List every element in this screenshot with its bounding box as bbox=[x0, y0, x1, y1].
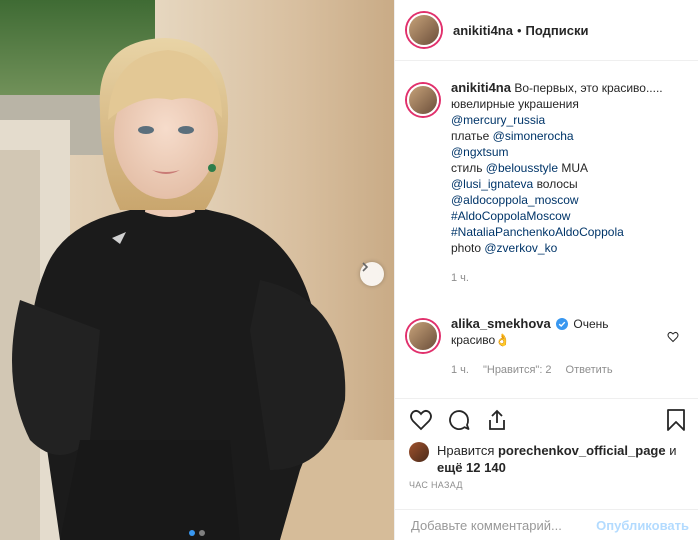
heart-icon bbox=[410, 409, 432, 430]
header-separator: • bbox=[516, 22, 522, 38]
hashtag-link[interactable]: #AldoCoppolaMoscow bbox=[451, 209, 570, 223]
commenter-username[interactable]: alika_smekhova bbox=[451, 316, 551, 331]
mention-link[interactable]: @zverkov_ko bbox=[484, 241, 557, 255]
mention-link[interactable]: @mercury_russia bbox=[451, 113, 545, 127]
reply-button[interactable]: Ответить bbox=[566, 362, 613, 378]
caption-text: photo bbox=[451, 241, 485, 255]
save-button[interactable] bbox=[665, 408, 687, 432]
author-username[interactable]: anikiti4na bbox=[453, 23, 513, 38]
caption-avatar[interactable] bbox=[407, 84, 439, 116]
mention-link[interactable]: @aldocoppola_moscow bbox=[451, 193, 579, 207]
caption-text: стиль bbox=[451, 161, 486, 175]
author-avatar[interactable] bbox=[407, 13, 441, 47]
liker-avatar[interactable] bbox=[409, 442, 429, 462]
publish-button[interactable]: Опубликовать bbox=[596, 518, 689, 533]
caption-author[interactable]: anikiti4na bbox=[451, 80, 511, 95]
like-button[interactable] bbox=[409, 408, 433, 432]
chevron-right-icon bbox=[362, 262, 369, 272]
comment-text: Очень bbox=[573, 317, 609, 331]
carousel-dots bbox=[0, 530, 394, 536]
comment-item: alika_smekhova Очень красиво👌 1 ч. "Нрав… bbox=[407, 316, 683, 378]
following-button[interactable]: Подписки bbox=[526, 23, 589, 38]
add-comment-bar: Опубликовать bbox=[395, 509, 698, 540]
comment-input[interactable] bbox=[411, 517, 597, 533]
likes-more[interactable]: ещё 12 140 bbox=[437, 460, 506, 475]
carousel-dot bbox=[199, 530, 205, 536]
comments-section: anikiti4na Во-первых, это красиво..... ю… bbox=[395, 62, 698, 394]
mention-link[interactable]: @lusi_ignateva bbox=[451, 177, 533, 191]
carousel-dot-active bbox=[189, 530, 195, 536]
bookmark-icon bbox=[667, 408, 685, 431]
comment-icon bbox=[449, 409, 470, 430]
likes-mid: и bbox=[665, 443, 677, 458]
verified-icon bbox=[556, 318, 569, 330]
caption-line: ювелирные украшения bbox=[451, 97, 579, 111]
mention-link[interactable]: @simonerocha bbox=[493, 129, 574, 143]
caption-time: 1 ч. bbox=[451, 272, 469, 284]
post-header: anikiti4na • Подписки bbox=[395, 0, 698, 61]
post-sidebar: anikiti4na • Подписки anikiti4na Во-перв… bbox=[394, 0, 698, 540]
like-comment-button[interactable] bbox=[667, 330, 679, 348]
comment-likes[interactable]: "Нравится": 2 bbox=[483, 362, 552, 378]
comment-body: alika_smekhova Очень красиво👌 1 ч. "Нрав… bbox=[451, 316, 683, 378]
action-bar bbox=[395, 398, 698, 440]
comment-meta: 1 ч. "Нравится": 2 Ответить bbox=[451, 362, 659, 378]
caption-body: anikiti4na Во-первых, это красиво..... ю… bbox=[451, 80, 683, 286]
comment-button[interactable] bbox=[447, 408, 471, 432]
liker-username[interactable]: porechenkov_official_page bbox=[498, 443, 666, 458]
caption-text: платье bbox=[451, 129, 493, 143]
post-photo[interactable] bbox=[0, 0, 394, 540]
likes-prefix: Нравится bbox=[437, 443, 498, 458]
heart-icon bbox=[667, 331, 679, 343]
caption: anikiti4na Во-первых, это красиво..... ю… bbox=[407, 80, 683, 286]
hashtag-link[interactable]: #NataliaPanchenkoAldoCoppola bbox=[451, 225, 624, 239]
next-photo-button[interactable] bbox=[360, 262, 384, 286]
mention-link[interactable]: @ngxtsum bbox=[451, 145, 509, 159]
likes-text: Нравится porechenkov_official_page и ещё… bbox=[437, 442, 676, 476]
share-icon bbox=[489, 409, 505, 430]
caption-text: MUA bbox=[558, 161, 589, 175]
mention-link[interactable]: @belousstyle bbox=[486, 161, 558, 175]
likes-summary: Нравится porechenkov_official_page и ещё… bbox=[409, 442, 689, 476]
caption-text: Во-первых, это красиво..... bbox=[514, 81, 663, 95]
comment-time: 1 ч. bbox=[451, 364, 469, 376]
commenter-avatar[interactable] bbox=[407, 320, 439, 352]
photo-illustration bbox=[0, 0, 394, 540]
post-timestamp: ЧАС НАЗАД bbox=[409, 480, 463, 490]
comment-text: красиво👌 bbox=[451, 333, 511, 347]
caption-text: волосы bbox=[533, 177, 578, 191]
caption-meta: 1 ч. bbox=[451, 270, 683, 286]
share-button[interactable] bbox=[485, 408, 509, 432]
